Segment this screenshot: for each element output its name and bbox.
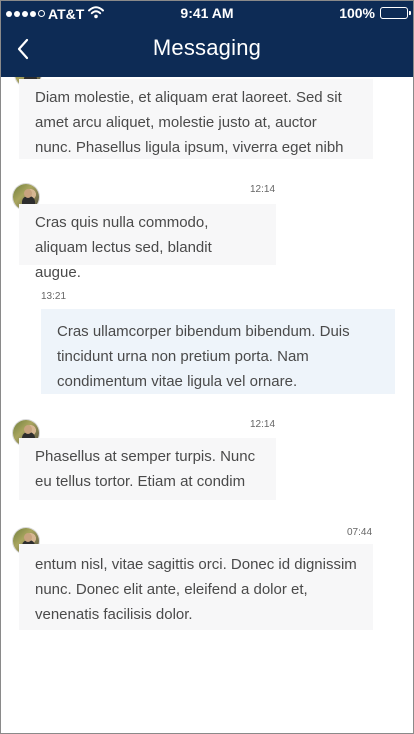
message-text: Diam molestie, et aliquam erat laoreet. … bbox=[35, 89, 344, 156]
battery-icon bbox=[380, 7, 411, 19]
status-bar: AT&T 9:41 AM 100% bbox=[1, 1, 413, 25]
message-time: 13:21 bbox=[41, 291, 67, 302]
status-right: 100% bbox=[339, 5, 411, 21]
message-bubble: Cras ullamcorper bibendum bibendum. Duis… bbox=[41, 309, 395, 394]
message-time: 12:14 bbox=[250, 184, 276, 195]
phone-screen: AT&T 9:41 AM 100% Messaging Diam molesti… bbox=[0, 0, 414, 734]
message-bubble: entum nisl, vitae sagittis orci. Donec i… bbox=[19, 544, 373, 630]
message-text: Cras quis nulla commodo, aliquam lectus … bbox=[35, 214, 212, 281]
app-header: AT&T 9:41 AM 100% Messaging bbox=[1, 1, 413, 77]
page-title: Messaging bbox=[152, 35, 262, 60]
message-time: 07:44 bbox=[347, 527, 373, 538]
navigation-bar: Messaging bbox=[1, 25, 413, 77]
message-text: entum nisl, vitae sagittis orci. Donec i… bbox=[35, 556, 357, 623]
message-bubble: Diam molestie, et aliquam erat laoreet. … bbox=[19, 79, 373, 159]
message-text: Phasellus at semper turpis. Nunc eu tell… bbox=[35, 448, 256, 490]
message-text: Cras ullamcorper bibendum bibendum. Duis… bbox=[57, 323, 350, 390]
battery-percentage: 100% bbox=[339, 5, 375, 21]
message-bubble: Cras quis nulla commodo, aliquam lectus … bbox=[19, 204, 276, 281]
message-time: 12:14 bbox=[250, 419, 276, 430]
message-bubble: Phasellus at semper turpis. Nunc eu tell… bbox=[19, 438, 276, 500]
